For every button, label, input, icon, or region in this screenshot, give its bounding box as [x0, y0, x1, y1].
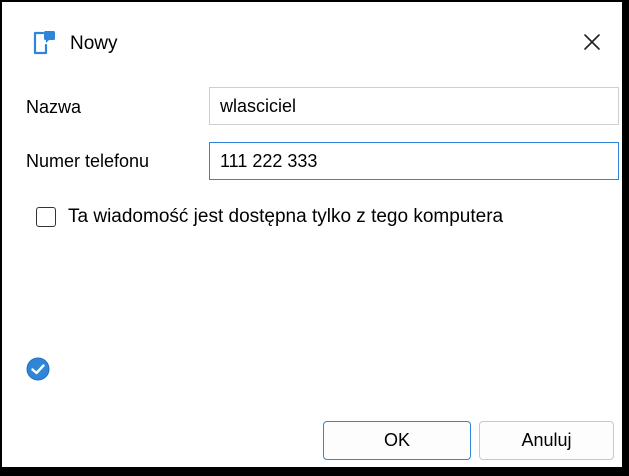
name-field[interactable]: [209, 87, 619, 125]
phone-number-field[interactable]: [209, 142, 619, 180]
phone-message-icon: [30, 30, 56, 56]
cancel-button[interactable]: Anuluj: [479, 421, 614, 460]
name-label: Nazwa: [26, 97, 82, 117]
dialog-window: Nowy Nazwa Numer telefonu Ta wiadomość j…: [0, 0, 629, 476]
title-bar: Nowy: [2, 2, 622, 82]
check-circle-icon: [26, 357, 50, 381]
local-only-label[interactable]: Ta wiadomość jest dostępna tylko z tego …: [68, 205, 503, 229]
local-only-checkbox[interactable]: [36, 207, 56, 227]
phone-label: Numer telefonu: [26, 151, 150, 171]
window-title: Nowy: [70, 33, 118, 54]
close-icon: [583, 33, 601, 56]
ok-button[interactable]: OK: [323, 421, 471, 460]
close-button[interactable]: [570, 24, 614, 64]
